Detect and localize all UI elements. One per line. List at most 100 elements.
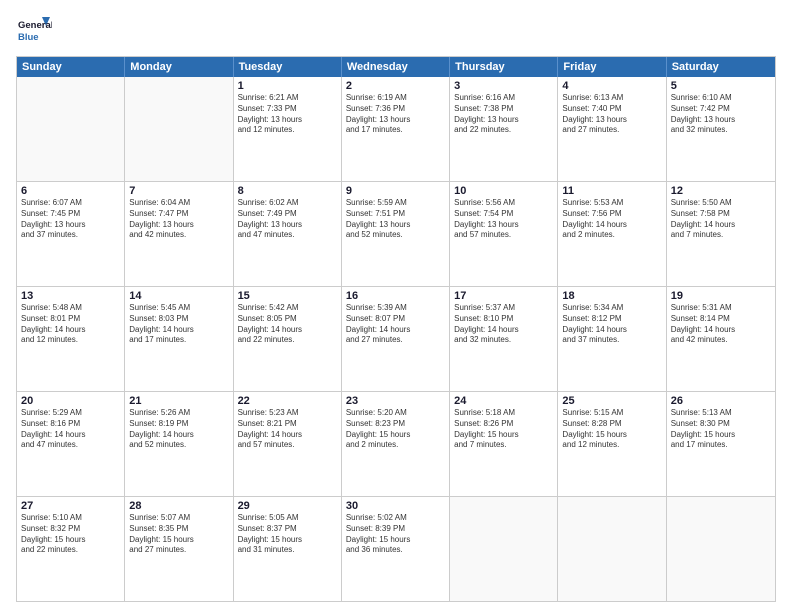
day-number: 30	[346, 500, 445, 512]
calendar-cell	[450, 497, 558, 601]
calendar-cell	[558, 497, 666, 601]
day-number: 21	[129, 395, 228, 407]
calendar-cell: 4Sunrise: 6:13 AM Sunset: 7:40 PM Daylig…	[558, 77, 666, 181]
calendar-cell: 18Sunrise: 5:34 AM Sunset: 8:12 PM Dayli…	[558, 287, 666, 391]
calendar-cell: 15Sunrise: 5:42 AM Sunset: 8:05 PM Dayli…	[234, 287, 342, 391]
calendar-cell: 16Sunrise: 5:39 AM Sunset: 8:07 PM Dayli…	[342, 287, 450, 391]
calendar-cell: 20Sunrise: 5:29 AM Sunset: 8:16 PM Dayli…	[17, 392, 125, 496]
day-number: 26	[671, 395, 771, 407]
calendar-cell: 28Sunrise: 5:07 AM Sunset: 8:35 PM Dayli…	[125, 497, 233, 601]
cell-info: Sunrise: 5:31 AM Sunset: 8:14 PM Dayligh…	[671, 303, 771, 346]
calendar-cell: 14Sunrise: 5:45 AM Sunset: 8:03 PM Dayli…	[125, 287, 233, 391]
calendar-week-0: 1Sunrise: 6:21 AM Sunset: 7:33 PM Daylig…	[17, 77, 775, 182]
cell-info: Sunrise: 5:02 AM Sunset: 8:39 PM Dayligh…	[346, 513, 445, 556]
calendar-cell: 11Sunrise: 5:53 AM Sunset: 7:56 PM Dayli…	[558, 182, 666, 286]
weekday-header-saturday: Saturday	[667, 57, 775, 77]
weekday-header-wednesday: Wednesday	[342, 57, 450, 77]
cell-info: Sunrise: 6:16 AM Sunset: 7:38 PM Dayligh…	[454, 93, 553, 136]
day-number: 11	[562, 185, 661, 197]
logo-svg: General Blue	[16, 12, 52, 48]
cell-info: Sunrise: 5:18 AM Sunset: 8:26 PM Dayligh…	[454, 408, 553, 451]
cell-info: Sunrise: 5:53 AM Sunset: 7:56 PM Dayligh…	[562, 198, 661, 241]
calendar-cell: 6Sunrise: 6:07 AM Sunset: 7:45 PM Daylig…	[17, 182, 125, 286]
cell-info: Sunrise: 6:19 AM Sunset: 7:36 PM Dayligh…	[346, 93, 445, 136]
day-number: 1	[238, 80, 337, 92]
day-number: 17	[454, 290, 553, 302]
cell-info: Sunrise: 5:37 AM Sunset: 8:10 PM Dayligh…	[454, 303, 553, 346]
calendar-week-1: 6Sunrise: 6:07 AM Sunset: 7:45 PM Daylig…	[17, 182, 775, 287]
calendar-header-row: SundayMondayTuesdayWednesdayThursdayFrid…	[17, 57, 775, 77]
day-number: 18	[562, 290, 661, 302]
calendar-cell: 2Sunrise: 6:19 AM Sunset: 7:36 PM Daylig…	[342, 77, 450, 181]
calendar: SundayMondayTuesdayWednesdayThursdayFrid…	[16, 56, 776, 602]
day-number: 3	[454, 80, 553, 92]
cell-info: Sunrise: 6:07 AM Sunset: 7:45 PM Dayligh…	[21, 198, 120, 241]
cell-info: Sunrise: 6:04 AM Sunset: 7:47 PM Dayligh…	[129, 198, 228, 241]
cell-info: Sunrise: 5:05 AM Sunset: 8:37 PM Dayligh…	[238, 513, 337, 556]
cell-info: Sunrise: 5:20 AM Sunset: 8:23 PM Dayligh…	[346, 408, 445, 451]
calendar-cell: 10Sunrise: 5:56 AM Sunset: 7:54 PM Dayli…	[450, 182, 558, 286]
day-number: 4	[562, 80, 661, 92]
weekday-header-sunday: Sunday	[17, 57, 125, 77]
day-number: 23	[346, 395, 445, 407]
day-number: 25	[562, 395, 661, 407]
calendar-cell	[125, 77, 233, 181]
calendar-cell: 24Sunrise: 5:18 AM Sunset: 8:26 PM Dayli…	[450, 392, 558, 496]
calendar-cell: 1Sunrise: 6:21 AM Sunset: 7:33 PM Daylig…	[234, 77, 342, 181]
cell-info: Sunrise: 5:26 AM Sunset: 8:19 PM Dayligh…	[129, 408, 228, 451]
cell-info: Sunrise: 6:02 AM Sunset: 7:49 PM Dayligh…	[238, 198, 337, 241]
cell-info: Sunrise: 5:59 AM Sunset: 7:51 PM Dayligh…	[346, 198, 445, 241]
weekday-header-monday: Monday	[125, 57, 233, 77]
calendar-cell: 22Sunrise: 5:23 AM Sunset: 8:21 PM Dayli…	[234, 392, 342, 496]
calendar-week-4: 27Sunrise: 5:10 AM Sunset: 8:32 PM Dayli…	[17, 497, 775, 601]
cell-info: Sunrise: 6:21 AM Sunset: 7:33 PM Dayligh…	[238, 93, 337, 136]
cell-info: Sunrise: 5:48 AM Sunset: 8:01 PM Dayligh…	[21, 303, 120, 346]
day-number: 19	[671, 290, 771, 302]
cell-info: Sunrise: 6:13 AM Sunset: 7:40 PM Dayligh…	[562, 93, 661, 136]
calendar-cell: 23Sunrise: 5:20 AM Sunset: 8:23 PM Dayli…	[342, 392, 450, 496]
cell-info: Sunrise: 5:39 AM Sunset: 8:07 PM Dayligh…	[346, 303, 445, 346]
calendar-cell: 13Sunrise: 5:48 AM Sunset: 8:01 PM Dayli…	[17, 287, 125, 391]
day-number: 12	[671, 185, 771, 197]
cell-info: Sunrise: 5:15 AM Sunset: 8:28 PM Dayligh…	[562, 408, 661, 451]
calendar-cell: 27Sunrise: 5:10 AM Sunset: 8:32 PM Dayli…	[17, 497, 125, 601]
day-number: 28	[129, 500, 228, 512]
cell-info: Sunrise: 5:50 AM Sunset: 7:58 PM Dayligh…	[671, 198, 771, 241]
header: General Blue	[16, 12, 776, 48]
calendar-cell: 7Sunrise: 6:04 AM Sunset: 7:47 PM Daylig…	[125, 182, 233, 286]
calendar-cell	[17, 77, 125, 181]
calendar-cell: 26Sunrise: 5:13 AM Sunset: 8:30 PM Dayli…	[667, 392, 775, 496]
calendar-body: 1Sunrise: 6:21 AM Sunset: 7:33 PM Daylig…	[17, 77, 775, 601]
cell-info: Sunrise: 5:29 AM Sunset: 8:16 PM Dayligh…	[21, 408, 120, 451]
day-number: 16	[346, 290, 445, 302]
day-number: 10	[454, 185, 553, 197]
cell-info: Sunrise: 5:42 AM Sunset: 8:05 PM Dayligh…	[238, 303, 337, 346]
cell-info: Sunrise: 5:56 AM Sunset: 7:54 PM Dayligh…	[454, 198, 553, 241]
calendar-cell: 29Sunrise: 5:05 AM Sunset: 8:37 PM Dayli…	[234, 497, 342, 601]
cell-info: Sunrise: 5:45 AM Sunset: 8:03 PM Dayligh…	[129, 303, 228, 346]
calendar-cell: 30Sunrise: 5:02 AM Sunset: 8:39 PM Dayli…	[342, 497, 450, 601]
svg-text:Blue: Blue	[18, 32, 39, 43]
day-number: 14	[129, 290, 228, 302]
calendar-week-3: 20Sunrise: 5:29 AM Sunset: 8:16 PM Dayli…	[17, 392, 775, 497]
day-number: 2	[346, 80, 445, 92]
cell-info: Sunrise: 5:23 AM Sunset: 8:21 PM Dayligh…	[238, 408, 337, 451]
svg-text:General: General	[18, 20, 52, 31]
calendar-cell	[667, 497, 775, 601]
logo: General Blue	[16, 12, 52, 48]
calendar-cell: 9Sunrise: 5:59 AM Sunset: 7:51 PM Daylig…	[342, 182, 450, 286]
day-number: 20	[21, 395, 120, 407]
calendar-cell: 3Sunrise: 6:16 AM Sunset: 7:38 PM Daylig…	[450, 77, 558, 181]
calendar-cell: 5Sunrise: 6:10 AM Sunset: 7:42 PM Daylig…	[667, 77, 775, 181]
day-number: 8	[238, 185, 337, 197]
day-number: 7	[129, 185, 228, 197]
day-number: 5	[671, 80, 771, 92]
day-number: 27	[21, 500, 120, 512]
weekday-header-friday: Friday	[558, 57, 666, 77]
day-number: 13	[21, 290, 120, 302]
day-number: 29	[238, 500, 337, 512]
cell-info: Sunrise: 5:34 AM Sunset: 8:12 PM Dayligh…	[562, 303, 661, 346]
page: General Blue SundayMondayTuesdayWednesda…	[0, 0, 792, 612]
weekday-header-thursday: Thursday	[450, 57, 558, 77]
cell-info: Sunrise: 5:10 AM Sunset: 8:32 PM Dayligh…	[21, 513, 120, 556]
